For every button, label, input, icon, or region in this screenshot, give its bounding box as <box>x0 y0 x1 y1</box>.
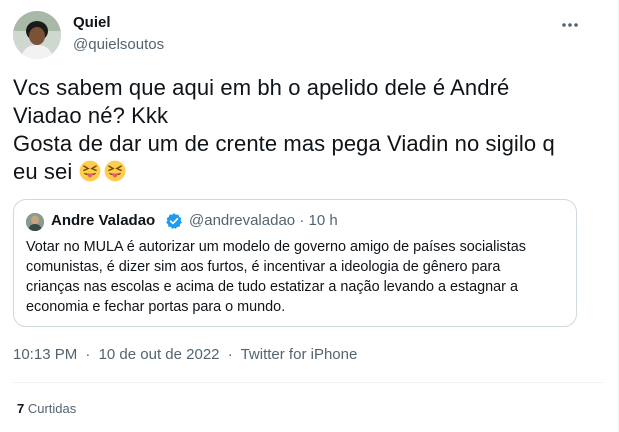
quoted-author-avatar <box>26 213 44 231</box>
meta-separator: · <box>227 346 233 363</box>
likes-stat[interactable]: 7 Curtidas <box>17 401 76 416</box>
quoted-author-meta: @andrevaladao · 10 h <box>189 212 338 229</box>
author-handle[interactable]: @quielsoutos <box>73 36 164 53</box>
quoted-tweet[interactable]: Andre Valadao @andrevaladao · 10 h Votar… <box>13 199 577 327</box>
divider <box>13 382 603 383</box>
quoted-tweet-text: Votar no MULA é autorizar um modelo de g… <box>26 237 566 317</box>
tweet-meta: 10:13 PM · 10 de out de 2022 · Twitter f… <box>13 346 357 363</box>
author-avatar[interactable] <box>13 11 61 59</box>
tweet-line-last: eu sei <box>13 158 603 186</box>
squinting-tongue-emoji-icon <box>104 160 125 182</box>
verified-badge-icon <box>166 213 182 229</box>
tweet-date[interactable]: 10 de out de 2022 <box>99 346 220 363</box>
quoted-tweet-time: 10 h <box>308 212 338 229</box>
tweet-line: eu sei <box>13 159 73 184</box>
tweet-line: Gosta de dar um de crente mas pega Viadi… <box>13 131 555 156</box>
more-options-icon[interactable] <box>560 17 580 27</box>
likes-count: 7 <box>17 401 25 416</box>
quoted-line: comunistas, é dizer sim aos furtos, é in… <box>26 259 501 275</box>
tweet-time[interactable]: 10:13 PM <box>13 346 77 363</box>
quoted-line: Votar no MULA é autorizar um modelo de g… <box>26 239 526 255</box>
meta-separator: · <box>299 212 305 229</box>
tweet-line: Viadao né? Kkk <box>13 103 169 128</box>
quoted-author-handle: @andrevaladao <box>189 212 296 229</box>
quoted-author-name: Andre Valadao <box>51 212 156 229</box>
likes-label: Curtidas <box>27 401 77 416</box>
quoted-line: economia e fechar portas para o mundo. <box>26 299 286 315</box>
tweet-line: Vcs sabem que aqui em bh o apelido dele … <box>13 75 510 100</box>
tweet-source[interactable]: Twitter for iPhone <box>241 346 358 363</box>
squinting-tongue-emoji-icon <box>79 160 100 182</box>
tweet-text: Vcs sabem que aqui em bh o apelido dele … <box>13 74 603 186</box>
meta-separator: · <box>85 346 91 363</box>
author-name[interactable]: Quiel <box>73 14 111 31</box>
quoted-line: crianças nas escolas e acima de tudo est… <box>26 279 518 295</box>
